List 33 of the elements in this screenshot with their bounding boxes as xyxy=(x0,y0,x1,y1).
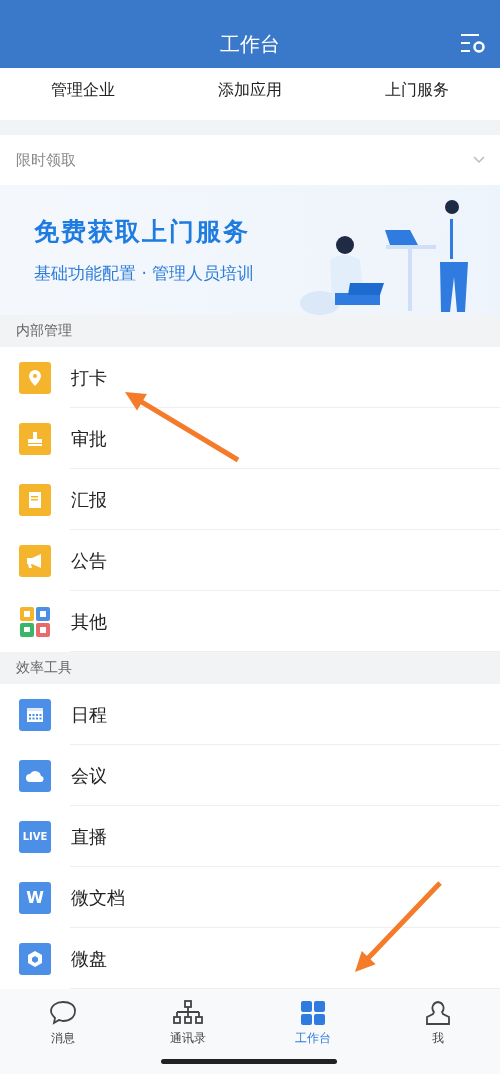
banner-subtitle: 基础功能配置 · 管理人员培训 xyxy=(34,262,255,285)
apps-grid-icon xyxy=(19,605,51,638)
grid-icon xyxy=(298,999,327,1027)
app-list-item[interactable]: 会议 xyxy=(0,745,500,806)
app-list-item[interactable]: 日程 xyxy=(0,684,500,745)
app-list-item[interactable]: 汇报 xyxy=(0,469,500,530)
section-header: 效率工具 xyxy=(15,658,73,677)
tab-bar-item[interactable]: 消息 xyxy=(0,999,125,1051)
org-chart-icon xyxy=(170,999,205,1027)
live-icon: LIVE xyxy=(19,820,51,853)
app-list-item[interactable]: W 微文档 xyxy=(0,867,500,928)
promo-banner[interactable]: 免费获取上门服务 基础功能配置 · 管理人员培训 xyxy=(0,185,500,315)
document-w-icon: W xyxy=(19,881,51,914)
chat-bubble-icon xyxy=(47,999,78,1027)
settings-button[interactable] xyxy=(460,32,486,56)
tab-bar-item[interactable]: 工作台 xyxy=(250,999,375,1051)
app-list-item[interactable]: 打卡 xyxy=(0,347,500,408)
quick-action-button[interactable]: 管理企业 xyxy=(43,76,124,105)
app-list-item[interactable]: 其他 xyxy=(0,591,500,652)
app-list-item[interactable]: 微盘 xyxy=(0,928,500,989)
quick-action-button[interactable]: 添加应用 xyxy=(210,76,290,105)
quick-action-button[interactable]: 上门服务 xyxy=(376,76,457,105)
tab-bar-item[interactable]: 我 xyxy=(375,999,500,1051)
page-title: 工作台 xyxy=(220,31,280,58)
person-icon xyxy=(423,999,452,1027)
tab-bar-item[interactable]: 通讯录 xyxy=(125,999,250,1051)
banner-title: 免费获取上门服务 xyxy=(34,216,251,248)
app-list-item[interactable]: 审批 xyxy=(0,408,500,469)
app-list-item[interactable]: LIVE 直播 xyxy=(0,806,500,867)
section-header: 内部管理 xyxy=(15,321,73,340)
app-list-item[interactable]: 公告 xyxy=(0,530,500,591)
settings-list-icon xyxy=(460,32,486,54)
promo-label: 限时领取 xyxy=(16,150,76,170)
